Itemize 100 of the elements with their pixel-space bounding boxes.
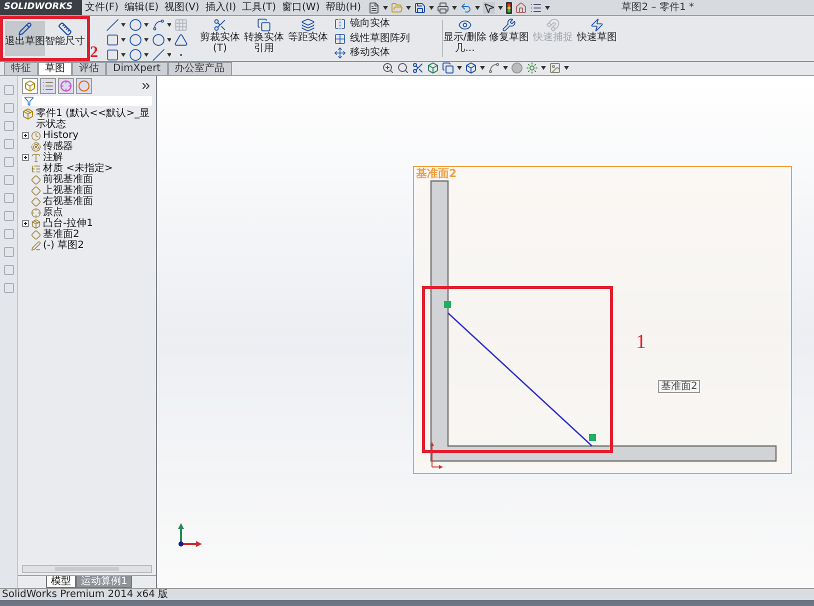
- caret-icon[interactable]: [502, 66, 508, 70]
- wrench-icon: [502, 18, 516, 32]
- caret-icon[interactable]: [498, 6, 504, 10]
- circle-icon: [128, 48, 142, 62]
- logo: SOLIDWORKS: [0, 0, 82, 15]
- caret-icon[interactable]: [121, 23, 126, 27]
- command-button[interactable]: 快速草图: [575, 16, 619, 61]
- caret-icon[interactable]: [144, 38, 148, 42]
- caret-icon[interactable]: [166, 53, 172, 57]
- curve-icon[interactable]: [488, 62, 500, 74]
- menu-item[interactable]: 编辑(E): [122, 2, 162, 14]
- annotation-number: 2: [90, 45, 98, 61]
- cube-icon[interactable]: [464, 62, 477, 74]
- tree-item[interactable]: 零件1 (默认<<默认>_显示状态: [36, 108, 152, 130]
- expand-icon[interactable]: [140, 80, 152, 92]
- menu-item[interactable]: 插入(I): [202, 2, 240, 14]
- caret-icon[interactable]: [406, 6, 412, 10]
- expand-toggle-icon[interactable]: [22, 154, 29, 161]
- caret-icon[interactable]: [166, 23, 172, 27]
- tab[interactable]: 评估: [72, 62, 106, 75]
- crosshair-tab-icon[interactable]: [58, 78, 74, 94]
- search-icon[interactable]: [396, 62, 409, 74]
- letter-icon: [31, 152, 41, 162]
- caret-icon[interactable]: [452, 6, 458, 10]
- part-icon: [22, 108, 34, 120]
- tree-tab-icon[interactable]: [22, 78, 38, 94]
- tree-item[interactable]: 材质 <未指定>: [43, 163, 113, 174]
- property-tab-icon[interactable]: [40, 78, 56, 94]
- tab[interactable]: 模型: [46, 576, 76, 588]
- axis-triad-icon: [177, 522, 203, 548]
- sketch-line[interactable]: [448, 312, 592, 447]
- save-icon[interactable]: [414, 2, 426, 14]
- command-button[interactable]: 镜向实体: [334, 18, 438, 30]
- menu-item[interactable]: 帮助(H): [322, 2, 364, 14]
- select-icon[interactable]: [483, 2, 496, 14]
- status-text: SolidWorks Premium 2014 x64 版: [1, 589, 168, 600]
- clock-icon: [31, 130, 41, 140]
- tab[interactable]: DimXpert: [106, 62, 168, 75]
- caret-icon[interactable]: [540, 66, 546, 70]
- new-file-icon[interactable]: [368, 2, 380, 14]
- plane-label: 基准面2: [416, 167, 457, 180]
- cube-icon[interactable]: [426, 62, 439, 74]
- scissors-icon[interactable]: [412, 62, 424, 74]
- caret-icon[interactable]: [144, 53, 148, 57]
- command-button[interactable]: 修复草图: [487, 16, 531, 61]
- command-button[interactable]: 转换实体引用: [242, 16, 286, 61]
- views-icon[interactable]: [442, 62, 454, 74]
- caret-icon[interactable]: [564, 66, 569, 70]
- menu-item[interactable]: 工具(T): [239, 2, 280, 14]
- caret-icon[interactable]: [545, 6, 550, 10]
- tab[interactable]: 草图: [38, 62, 72, 75]
- menu-item[interactable]: 视图(V): [162, 2, 202, 14]
- caret-icon[interactable]: [166, 38, 172, 42]
- tree-item[interactable]: 右视基准面: [43, 196, 93, 207]
- tree-item[interactable]: 基准面2: [43, 229, 80, 240]
- scroll-bar[interactable]: [22, 565, 152, 573]
- filter-icon[interactable]: [24, 96, 34, 106]
- caret-icon[interactable]: [121, 38, 126, 42]
- printer-icon[interactable]: [437, 2, 450, 14]
- traffic-light-icon[interactable]: [506, 2, 512, 14]
- offset-icon: [301, 18, 315, 32]
- expand-toggle-icon[interactable]: [22, 220, 29, 227]
- spline-icon: [152, 18, 165, 32]
- copy-icon: [257, 18, 271, 32]
- mirror-icon: [334, 18, 346, 30]
- caret-icon[interactable]: [383, 6, 388, 10]
- caret-icon[interactable]: [144, 23, 148, 27]
- command-button[interactable]: 线性草图阵列: [334, 32, 438, 44]
- tree-item[interactable]: 传感器: [43, 141, 73, 152]
- command-button[interactable]: 剪裁实体(T): [198, 16, 242, 61]
- magnet-icon: [546, 18, 560, 32]
- lightning-icon: [590, 18, 604, 32]
- tree-item[interactable]: (-) 草图2: [43, 240, 84, 251]
- tab[interactable]: 办公室产品: [168, 62, 232, 75]
- command-button[interactable]: 智能尺寸: [45, 21, 85, 56]
- tree-item[interactable]: 上视基准面: [43, 185, 93, 196]
- command-button[interactable]: 等距实体: [286, 16, 330, 61]
- plane-icon: [31, 230, 41, 240]
- caret-icon[interactable]: [429, 6, 434, 10]
- appearance-tab-icon[interactable]: [76, 78, 92, 94]
- zoom-icon[interactable]: [382, 62, 394, 74]
- caret-icon[interactable]: [121, 53, 126, 57]
- caret-icon[interactable]: [480, 66, 485, 70]
- expand-toggle-icon[interactable]: [22, 132, 29, 139]
- tree-item[interactable]: 前视基准面: [43, 174, 93, 185]
- tree-item[interactable]: 注解: [43, 152, 63, 163]
- caret-icon[interactable]: [456, 66, 462, 70]
- command-button[interactable]: 显示/删除几...: [443, 16, 487, 61]
- tree-item[interactable]: 凸台-拉伸1: [43, 218, 93, 229]
- tab[interactable]: 特征: [4, 62, 38, 75]
- tree-item[interactable]: History: [43, 130, 79, 141]
- caret-icon[interactable]: [475, 6, 480, 10]
- command-button[interactable]: 退出草图: [5, 21, 45, 56]
- menu-item[interactable]: 文件(F): [82, 2, 122, 14]
- undo-icon[interactable]: [460, 2, 472, 14]
- rectangle-icon: [106, 33, 120, 47]
- list-icon: [31, 164, 41, 174]
- command-button[interactable]: 移动实体: [334, 47, 438, 59]
- tree-item[interactable]: 原点: [43, 207, 63, 218]
- menu-item[interactable]: 窗口(W): [279, 2, 323, 14]
